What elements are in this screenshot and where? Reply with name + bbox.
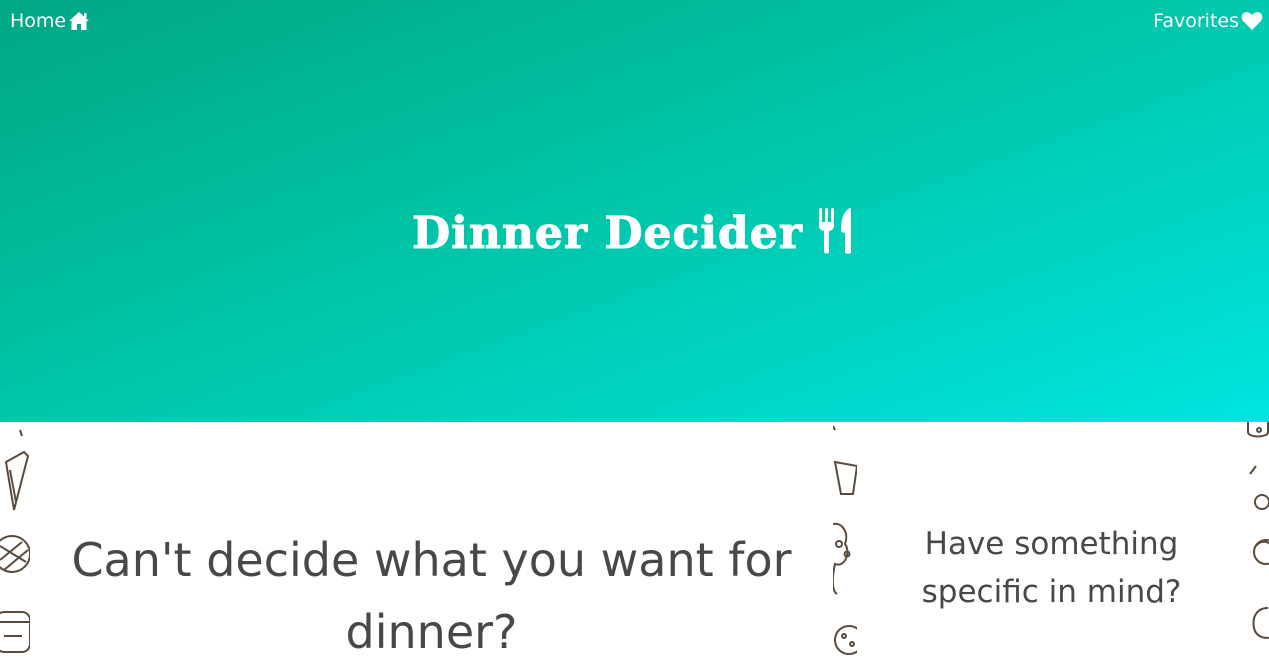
favorites-label: Favorites <box>1153 10 1239 32</box>
food-pattern-left <box>0 422 30 668</box>
favorites-link[interactable]: Favorites <box>1153 10 1263 32</box>
utensils-icon <box>817 206 857 260</box>
heart-icon <box>1241 11 1263 31</box>
hero-banner: Home Favorites Dinner Decider <box>0 0 1269 422</box>
app-title: Dinner Decider <box>412 207 803 259</box>
main-card-heading: Can't decide what you want for dinner? <box>71 533 792 659</box>
side-card-heading: Have something specific in mind? <box>921 526 1182 610</box>
hero-title: Dinner Decider <box>0 206 1269 260</box>
home-link[interactable]: Home <box>10 10 90 32</box>
home-icon <box>68 11 90 31</box>
search-card: Have something specific in mind? <box>857 422 1246 668</box>
food-pattern-right <box>1246 422 1269 668</box>
food-pattern-middle <box>833 422 857 668</box>
random-pick-card: Can't decide what you want for dinner? <box>30 422 833 668</box>
home-label: Home <box>10 10 67 32</box>
